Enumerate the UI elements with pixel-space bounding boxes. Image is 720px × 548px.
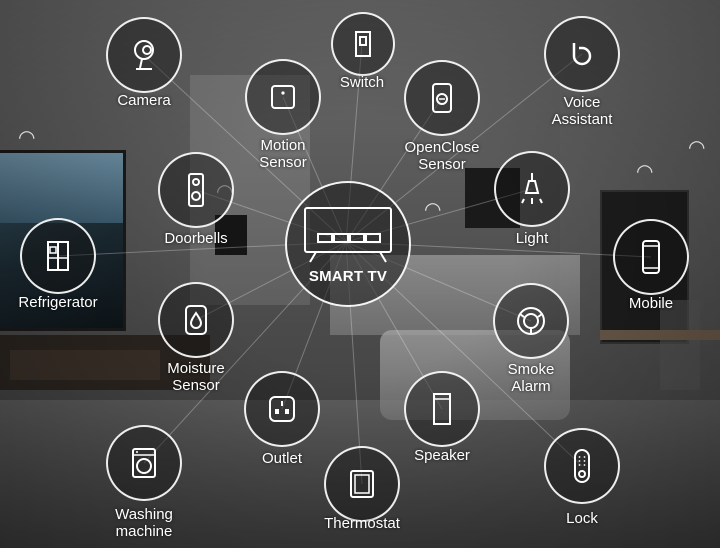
openclose-sensor-icon <box>432 83 452 113</box>
device-circle[interactable] <box>404 371 480 447</box>
doorbell-icon <box>188 173 204 207</box>
device-label: Lock <box>566 510 598 527</box>
device-label: Camera <box>117 92 171 109</box>
device-circle[interactable] <box>106 17 182 93</box>
device-circle[interactable] <box>331 12 395 76</box>
device-circle[interactable] <box>158 282 234 358</box>
washing-machine-icon <box>132 448 156 478</box>
device-circle[interactable] <box>20 218 96 294</box>
smart-tv-icon <box>304 206 392 263</box>
device-label: Voice Assistant <box>551 94 613 128</box>
smart-tv-hub[interactable]: SMART TV <box>285 181 411 307</box>
motion-sensor-icon <box>271 85 295 109</box>
mobile-icon <box>642 240 660 274</box>
light-icon <box>521 173 543 204</box>
outlet-icon <box>269 396 295 422</box>
device-label: Doorbells <box>164 230 228 247</box>
thermostat-icon <box>350 470 374 498</box>
device-label: Thermostat <box>324 515 400 532</box>
device-label: Mobile <box>628 295 674 312</box>
camera-icon <box>134 40 154 70</box>
device-label: Light <box>515 230 549 247</box>
device-label: Refrigerator <box>18 294 98 311</box>
device-circle[interactable] <box>106 425 182 501</box>
speaker-icon <box>433 393 451 425</box>
device-circle[interactable] <box>493 283 569 359</box>
device-label: OpenClose Sensor <box>404 139 480 173</box>
device-circle[interactable] <box>494 151 570 227</box>
device-circle[interactable] <box>245 59 321 135</box>
device-circle[interactable] <box>613 219 689 295</box>
switch-icon <box>355 31 371 57</box>
hub-label: SMART TV <box>308 267 388 285</box>
device-circle[interactable] <box>244 371 320 447</box>
device-circle[interactable] <box>544 428 620 504</box>
moisture-sensor-icon <box>185 305 207 335</box>
lock-icon <box>574 449 590 483</box>
device-circle[interactable] <box>404 60 480 136</box>
device-label: Washing machine <box>115 506 173 540</box>
device-circle[interactable] <box>158 152 234 228</box>
smart-home-scene: ◠ ◠ ◠ ◠ ◠ SMART TV Camera Switch Voice A… <box>0 0 720 548</box>
device-label: Motion Sensor <box>259 137 307 171</box>
refrigerator-icon <box>47 241 69 271</box>
smoke-alarm-icon <box>517 307 545 335</box>
device-circle[interactable] <box>544 16 620 92</box>
device-circle[interactable] <box>324 446 400 522</box>
voice-assistant-icon <box>572 43 592 66</box>
